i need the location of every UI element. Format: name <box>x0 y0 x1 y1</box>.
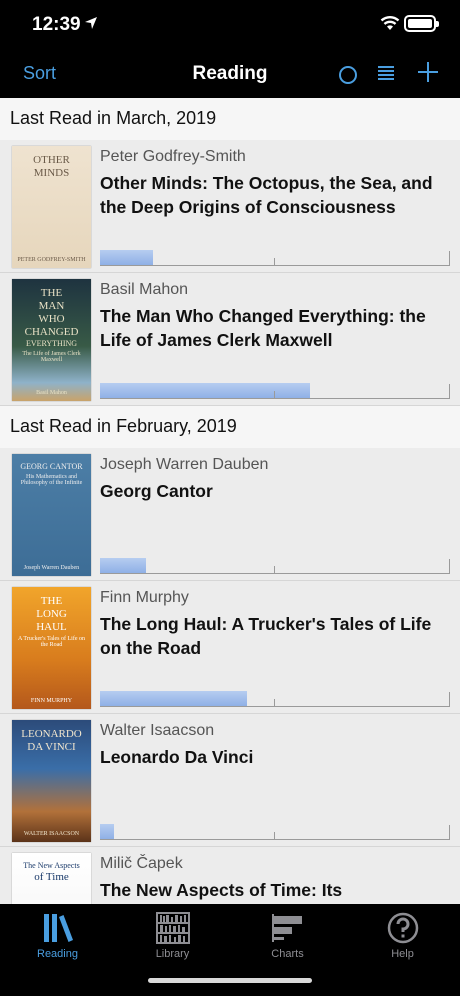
cover-subtitle-text: The Life of James Clerk Maxwell <box>22 351 81 363</box>
reading-progress-bar <box>100 691 450 707</box>
tab-library[interactable]: Library <box>115 908 230 968</box>
cover-author-text: Joseph Warren Dauben <box>23 565 80 571</box>
book-cover: THE LONG HAUL A Trucker's Tales of Life on … <box>12 587 91 709</box>
reading-progress-fill <box>100 250 153 265</box>
book-row[interactable]: The New Aspects of Time Milič Čapek The New… <box>0 847 460 904</box>
book-cover: GEORG CANTOR His Mathematics and Philosop… <box>12 454 91 576</box>
cover-title-text: DA VINCI <box>27 741 76 753</box>
section-header: Last Read in March, 2019 <box>0 98 460 140</box>
cover-author-text: PETER GODFREY-SMITH <box>17 257 86 263</box>
reading-progress-bar <box>100 383 450 399</box>
reading-progress-fill <box>100 383 310 398</box>
cover-title-text: GEORG CANTOR <box>20 462 83 471</box>
book-author: Walter Isaacson <box>100 722 215 739</box>
cover-title-text: WHO <box>38 313 65 325</box>
book-title: The New Aspects of Time: Its <box>100 880 343 900</box>
add-book-button[interactable] <box>416 60 440 84</box>
tab-label: Help <box>391 948 414 960</box>
cover-author-text: WALTER ISAACSON <box>23 831 80 837</box>
book-title: Leonardo Da Vinci <box>100 747 254 767</box>
book-author: Joseph Warren Dauben <box>100 456 269 473</box>
tab-label: Charts <box>271 948 304 960</box>
cover-subtitle-text: His Mathematics and Philosophy of the In… <box>20 474 83 486</box>
progress-midpoint-tick <box>274 258 275 265</box>
book-author: Basil Mahon <box>100 281 189 298</box>
tab-help[interactable]: Help <box>345 908 460 968</box>
status-time: 12:39 <box>32 14 81 35</box>
cover-title-text: OTHER <box>33 154 70 166</box>
reading-list[interactable]: Last Read in March, 2019 OTHER MINDS PETER … <box>0 98 460 904</box>
progress-midpoint-tick <box>274 832 275 839</box>
book-title: Other Minds: The Octopus, the Sea, and t… <box>100 173 433 217</box>
book-cover: OTHER MINDS PETER GODFREY-SMITH <box>12 146 91 268</box>
cover-title-text: THE <box>40 287 63 299</box>
book-cover: The New Aspects of Time <box>12 853 91 904</box>
circle-icon[interactable] <box>339 66 357 84</box>
sort-button[interactable]: Sort <box>23 63 56 84</box>
location-arrow-icon <box>85 17 97 29</box>
progress-end-tick <box>449 559 450 573</box>
battery-icon <box>404 15 439 32</box>
cover-title-text: EVERYTHING <box>25 339 78 348</box>
reading-progress-fill <box>100 558 146 573</box>
book-row[interactable]: LEONARDO DA VINCI WALTER ISAACSON Walter Is… <box>0 714 460 847</box>
progress-midpoint-tick <box>274 566 275 573</box>
cover-title-text: LONG <box>36 608 67 620</box>
cover-title-text: The New Aspects <box>23 861 80 870</box>
progress-end-tick <box>449 825 450 839</box>
list-icon[interactable] <box>378 66 394 82</box>
help-icon <box>387 912 419 944</box>
cover-title-text: THE <box>40 595 63 607</box>
cover-title-text: CHANGED <box>24 326 79 338</box>
book-cover: THE MAN WHO CHANGED EVERYTHING The Life of Ja… <box>12 279 91 401</box>
book-row[interactable]: THE MAN WHO CHANGED EVERYTHING The Life of Ja… <box>0 273 460 406</box>
home-indicator <box>148 978 312 983</box>
book-author: Peter Godfrey-Smith <box>100 148 246 165</box>
book-author: Finn Murphy <box>100 589 189 606</box>
nav-bar: Sort Reading <box>0 50 460 98</box>
progress-midpoint-tick <box>274 699 275 706</box>
cover-title-text: MINDS <box>33 167 70 179</box>
progress-end-tick <box>449 692 450 706</box>
wifi-icon <box>380 16 400 30</box>
reading-progress-bar <box>100 558 450 574</box>
reading-progress-bar <box>100 250 450 266</box>
charts-icon <box>272 914 302 942</box>
books-icon <box>44 914 73 942</box>
book-author: Milič Čapek <box>100 855 183 872</box>
section-header: Last Read in February, 2019 <box>0 406 460 448</box>
tab-charts[interactable]: Charts <box>230 908 345 968</box>
reading-progress-fill <box>100 691 247 706</box>
cover-author-text: Basil Mahon <box>36 390 67 396</box>
book-row[interactable]: OTHER MINDS PETER GODFREY-SMITH Peter Godfr… <box>0 140 460 273</box>
tab-label: Library <box>155 948 190 960</box>
reading-progress-fill <box>100 824 114 839</box>
book-title: Georg Cantor <box>100 481 213 501</box>
reading-progress-bar <box>100 824 450 840</box>
status-bar: 12:39 <box>0 0 460 50</box>
tab-label: Reading <box>37 948 78 960</box>
book-cover: LEONARDO DA VINCI WALTER ISAACSON <box>12 720 91 842</box>
cover-title-text: LEONARDO <box>21 728 82 740</box>
progress-end-tick <box>449 251 450 265</box>
book-row[interactable]: THE LONG HAUL A Trucker's Tales of Life on … <box>0 581 460 714</box>
book-row[interactable]: GEORG CANTOR His Mathematics and Philosop… <box>0 448 460 581</box>
cover-author-text: FINN MURPHY <box>30 698 73 704</box>
library-icon <box>156 912 190 944</box>
progress-end-tick <box>449 384 450 398</box>
book-title: The Long Haul: A Trucker's Tales of Life… <box>100 614 432 658</box>
cover-title-text: HAUL <box>36 621 67 633</box>
progress-midpoint-tick <box>274 391 275 398</box>
cover-title-text: MAN <box>38 300 65 312</box>
tab-reading[interactable]: Reading <box>0 908 115 968</box>
book-title: The Man Who Changed Everything: the Life… <box>100 306 426 350</box>
cover-subtitle-text: A Trucker's Tales of Life on the Road <box>17 636 86 648</box>
cover-title-text: of Time <box>34 871 69 883</box>
